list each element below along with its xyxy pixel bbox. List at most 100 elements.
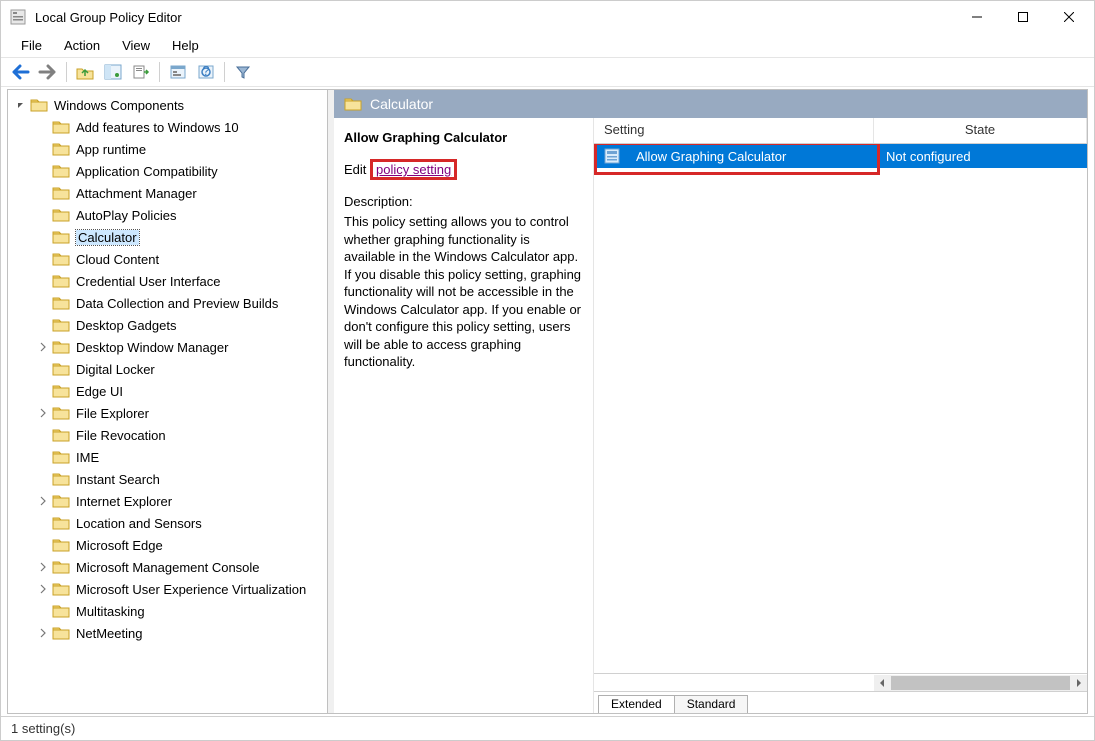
tab-extended[interactable]: Extended: [598, 695, 675, 713]
menu-item-help[interactable]: Help: [162, 36, 209, 55]
tree-item[interactable]: Edge UI: [8, 380, 327, 402]
tree-item[interactable]: Add features to Windows 10: [8, 116, 327, 138]
settings-list-header: Setting State: [594, 118, 1087, 144]
tree-item[interactable]: App runtime: [8, 138, 327, 160]
title-bar: Local Group Policy Editor: [1, 1, 1094, 33]
tree-view[interactable]: Windows Components Add features to Window…: [8, 90, 327, 713]
folder-icon: [52, 339, 70, 355]
folder-icon: [52, 273, 70, 289]
folder-icon: [52, 119, 70, 135]
tree-label: Credential User Interface: [76, 274, 221, 289]
window-controls: [954, 2, 1092, 32]
tree-item[interactable]: NetMeeting: [8, 622, 327, 644]
tree-item[interactable]: Internet Explorer: [8, 490, 327, 512]
tree-toggle-icon[interactable]: [36, 494, 50, 508]
svg-text:?: ?: [202, 64, 209, 78]
status-text: 1 setting(s): [11, 721, 75, 736]
settings-list-column: Setting State Allow Graphing CalculatorN…: [594, 118, 1087, 713]
tree-item[interactable]: Credential User Interface: [8, 270, 327, 292]
column-header-setting[interactable]: Setting: [594, 118, 874, 143]
tree-label: NetMeeting: [76, 626, 142, 641]
tree-item[interactable]: Application Compatibility: [8, 160, 327, 182]
folder-icon: [52, 295, 70, 311]
tree-item[interactable]: Location and Sensors: [8, 512, 327, 534]
folder-icon: [52, 229, 70, 245]
tree-item[interactable]: Calculator: [8, 226, 327, 248]
scroll-right-icon[interactable]: [1071, 675, 1087, 691]
horizontal-scrollbar[interactable]: [594, 673, 1087, 691]
app-icon: [9, 8, 27, 26]
folder-icon: [52, 163, 70, 179]
tree-item[interactable]: IME: [8, 446, 327, 468]
toolbar: ?: [1, 57, 1094, 87]
details-header: Calculator: [334, 90, 1087, 118]
tree-item[interactable]: Desktop Gadgets: [8, 314, 327, 336]
menu-item-view[interactable]: View: [112, 36, 160, 55]
edit-policy-line: Edit policy setting: [344, 159, 583, 180]
tree-toggle-icon[interactable]: [14, 98, 28, 112]
tree-label: Attachment Manager: [76, 186, 197, 201]
help-icon[interactable]: ?: [193, 60, 219, 84]
edit-prefix: Edit: [344, 162, 366, 177]
filter-icon[interactable]: [230, 60, 256, 84]
menu-item-action[interactable]: Action: [54, 36, 110, 55]
tree-item[interactable]: File Explorer: [8, 402, 327, 424]
menu-item-file[interactable]: File: [11, 36, 52, 55]
forward-icon[interactable]: [35, 60, 61, 84]
settings-list-body: Allow Graphing CalculatorNot configured: [594, 144, 1087, 673]
close-button[interactable]: [1046, 2, 1092, 32]
folder-icon: [52, 383, 70, 399]
tree-item-windows-components[interactable]: Windows Components: [8, 94, 327, 116]
tree-item[interactable]: AutoPlay Policies: [8, 204, 327, 226]
edit-policy-setting-link[interactable]: policy setting: [376, 162, 451, 177]
tree-label: Desktop Gadgets: [76, 318, 176, 333]
up-icon[interactable]: [72, 60, 98, 84]
tree-label: Edge UI: [76, 384, 123, 399]
setting-row[interactable]: Allow Graphing CalculatorNot configured: [594, 144, 1087, 168]
tab-standard[interactable]: Standard: [674, 695, 749, 713]
scroll-left-icon[interactable]: [874, 675, 890, 691]
tree-item[interactable]: Data Collection and Preview Builds: [8, 292, 327, 314]
tree-toggle-icon[interactable]: [36, 582, 50, 596]
properties-icon[interactable]: [165, 60, 191, 84]
folder-icon: [52, 427, 70, 443]
tree-toggle-icon[interactable]: [36, 560, 50, 574]
scroll-thumb[interactable]: [891, 676, 1070, 690]
details-header-title: Calculator: [370, 96, 433, 112]
tree-label: Digital Locker: [76, 362, 155, 377]
toolbar-separator: [66, 62, 67, 82]
show-hide-tree-icon[interactable]: [100, 60, 126, 84]
tree-item[interactable]: File Revocation: [8, 424, 327, 446]
column-header-state[interactable]: State: [874, 118, 1087, 143]
toolbar-separator: [159, 62, 160, 82]
tree-item[interactable]: Microsoft Management Console: [8, 556, 327, 578]
tree-item[interactable]: Attachment Manager: [8, 182, 327, 204]
tree-label: Application Compatibility: [76, 164, 218, 179]
tree-toggle-icon[interactable]: [36, 626, 50, 640]
maximize-button[interactable]: [1000, 2, 1046, 32]
tree-item[interactable]: Microsoft User Experience Virtualization: [8, 578, 327, 600]
tree-item[interactable]: Cloud Content: [8, 248, 327, 270]
minimize-button[interactable]: [954, 2, 1000, 32]
folder-icon: [52, 405, 70, 421]
folder-icon: [52, 471, 70, 487]
folder-icon: [52, 603, 70, 619]
tree-item[interactable]: Instant Search: [8, 468, 327, 490]
folder-icon: [344, 96, 362, 112]
tree-item[interactable]: Microsoft Edge: [8, 534, 327, 556]
export-icon[interactable]: [128, 60, 154, 84]
folder-icon: [52, 185, 70, 201]
toolbar-separator: [224, 62, 225, 82]
tree-item[interactable]: Desktop Window Manager: [8, 336, 327, 358]
details-pane: Calculator Allow Graphing Calculator Edi…: [334, 90, 1087, 713]
tree-item[interactable]: Multitasking: [8, 600, 327, 622]
tree-toggle-icon[interactable]: [36, 340, 50, 354]
folder-icon: [52, 581, 70, 597]
tree-label: Microsoft Edge: [76, 538, 163, 553]
tree-item[interactable]: Digital Locker: [8, 358, 327, 380]
folder-icon: [52, 559, 70, 575]
tree-label: Add features to Windows 10: [76, 120, 239, 135]
back-icon[interactable]: [7, 60, 33, 84]
tree-toggle-icon[interactable]: [36, 406, 50, 420]
folder-icon: [52, 515, 70, 531]
